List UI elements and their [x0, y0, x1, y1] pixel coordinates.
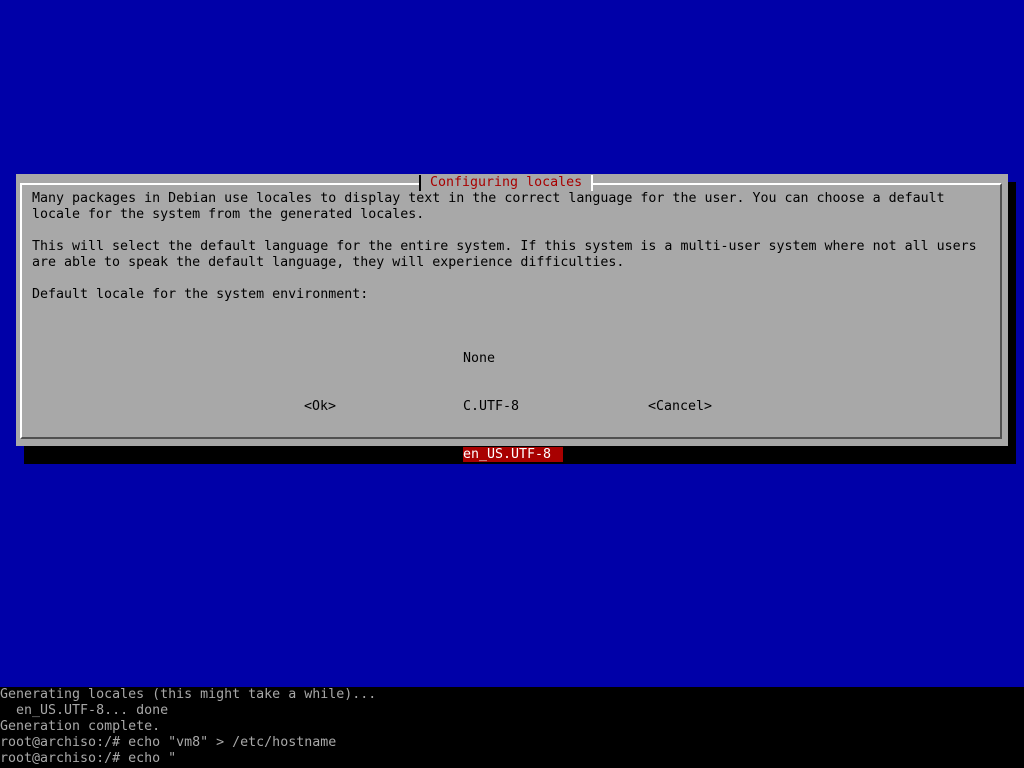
terminal-line: Generating locales (this might take a wh… [0, 687, 377, 702]
terminal-line: Generation complete. [0, 719, 161, 734]
locale-prompt: Default locale for the system environmen… [32, 287, 369, 302]
description-line-3: This will select the default language fo… [32, 239, 977, 254]
locale-option-label: en_US.UTF-8 [463, 447, 564, 462]
locale-option-c-utf8[interactable]: C.UTF-8 [463, 399, 563, 415]
terminal-prompt-line[interactable]: root@archiso:/# echo " [0, 751, 176, 767]
locale-option-en-us-utf8[interactable]: en_US.UTF-8 [463, 447, 564, 463]
locale-option-label: C.UTF-8 [463, 399, 520, 414]
locale-option-none[interactable]: None [463, 351, 563, 367]
description-line-2: locale for the system from the generated… [32, 207, 425, 222]
description-line-1: Many packages in Debian use locales to d… [32, 191, 945, 206]
description-line-4: are able to speak the default language, … [32, 255, 625, 270]
terminal-output: Generating locales (this might take a wh… [0, 687, 1024, 768]
locale-dialog: Configuring locales Many packages in Deb… [16, 174, 1008, 462]
locale-option-label: None [463, 351, 496, 366]
terminal-line: en_US.UTF-8... done [0, 703, 169, 718]
locale-list: None C.UTF-8 en_US.UTF-8 [463, 319, 564, 495]
cancel-button[interactable]: <Cancel> [648, 399, 712, 415]
ok-button[interactable]: <Ok> [304, 399, 336, 415]
dialog-title: Configuring locales [419, 175, 594, 191]
screen: Configuring locales Many packages in Deb… [0, 0, 1024, 768]
terminal-line: root@archiso:/# echo "vm8" > /etc/hostna… [0, 735, 337, 750]
